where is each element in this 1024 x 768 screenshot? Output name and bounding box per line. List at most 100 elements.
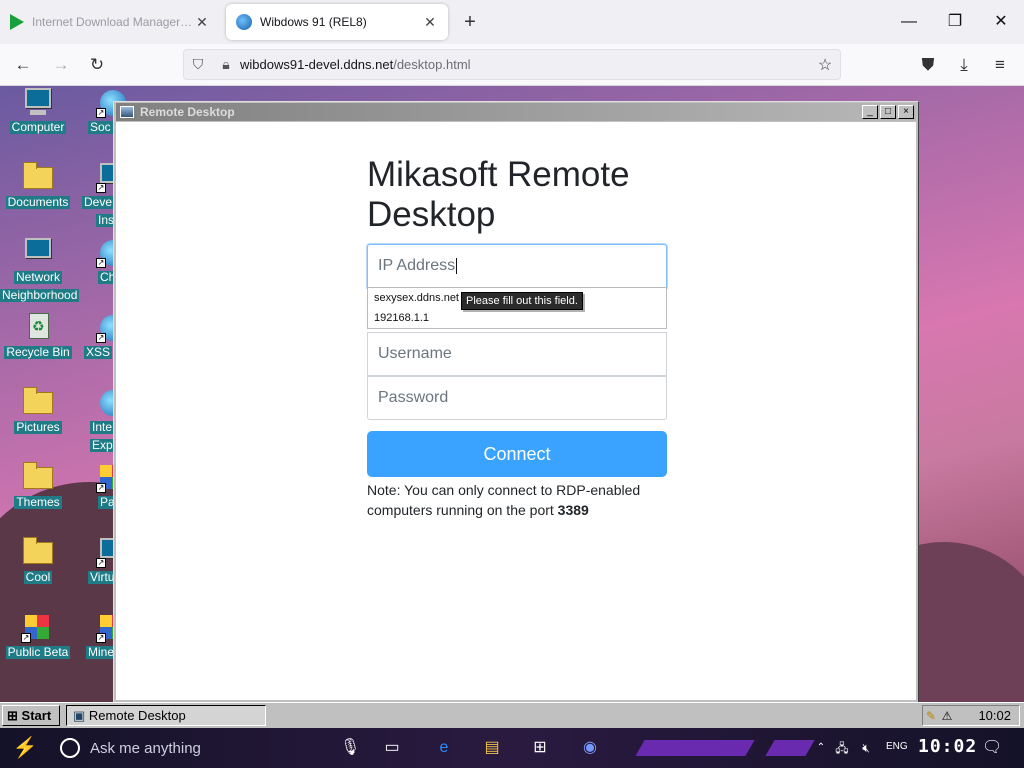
warning-icon[interactable]: ⚠ [939,709,955,723]
minimize-button[interactable]: _ [862,105,878,119]
file-explorer-icon[interactable]: ▤ [480,736,504,760]
window-titlebar[interactable]: Remote Desktop _ □ × [116,103,916,121]
connect-button[interactable]: Connect [367,431,667,477]
tab-label: Internet Download Manager: The f... [32,15,194,29]
ip-address-input[interactable]: IP Address [367,244,667,288]
store-icon[interactable]: ⊞ [528,736,552,760]
close-button[interactable]: × [898,105,914,119]
folder-icon [23,462,53,489]
download-icon[interactable]: ⤓ [951,53,977,77]
desktop-icon-label: Neighborhood [0,288,80,302]
remote-desktop-icon: ▣ [73,708,86,723]
minimize-button[interactable]: — [894,10,924,34]
shortcut-arrow-icon: ↗ [96,258,106,268]
firefox-icon[interactable]: ◉ [578,736,602,760]
tray-clock[interactable]: 10:02 [978,708,1019,723]
desktop-icon-public-beta[interactable]: ↗ Public Beta [0,611,76,661]
browser-nav-bar: ← → ↻ ⛉ 🔒︎ wibdows91-devel.ddns.net /des… [0,44,1024,86]
autocomplete-item[interactable]: 192168.1.1 [368,308,666,328]
shortcut-arrow-icon: ↗ [21,633,31,643]
remote-desktop-window: Remote Desktop _ □ × Mikasoft Remote Des… [113,101,919,703]
desktop-icon-cool[interactable]: Cool [0,536,76,586]
url-bar[interactable]: ⛉ 🔒︎ wibdows91-devel.ddns.net /desktop.h… [183,49,841,80]
desktop-icon-label: Inte [90,420,115,434]
desktop-icon-label: Public Beta [5,645,71,659]
maximize-button[interactable]: ❐ [940,10,970,34]
url-path: /desktop.html [393,57,471,72]
shortcut-arrow-icon: ↗ [96,558,106,568]
taskbar-item-remote-desktop[interactable]: ▣ Remote Desktop [66,705,266,726]
shortcut-arrow-icon: ↗ [96,183,106,193]
tab-idm[interactable]: Internet Download Manager: The f... ✕ [0,4,220,40]
start-button[interactable]: ⊞ Start [2,705,60,726]
page-title: Mikasoft Remote Desktop [367,155,630,234]
lock-icon[interactable]: 🔒︎ [212,56,240,73]
input-placeholder: IP Address [378,257,456,274]
port-note: Note: You can only connect to RDP-enable… [367,480,667,520]
host-clock[interactable]: 10:02 [918,736,977,757]
host-taskbar: ⚡ Ask me anything 🎙︎ ▭ e ▤ ⊞ ◉ ⌃ 🖧 🔇︎ EN… [0,728,1024,768]
desktop-icon-label: Soc [88,120,113,134]
close-icon[interactable]: ✕ [194,14,210,31]
notification-icon[interactable]: 🗨︎ [982,736,1002,760]
window-title: Remote Desktop [140,105,235,119]
browser-tab-bar: Internet Download Manager: The f... ✕ Wi… [0,0,1024,44]
search-box[interactable]: Ask me anything [54,732,334,764]
note-text: Note: You can only connect to RDP-enable… [367,482,641,518]
search-placeholder: Ask me anything [90,739,201,757]
chevron-up-icon[interactable]: ⌃ [814,736,828,760]
desktop-icon-computer[interactable]: Computer [0,86,76,136]
close-icon[interactable]: ✕ [422,14,438,31]
network-icon [25,238,51,258]
maximize-button[interactable]: □ [880,105,896,119]
desktop-icon-recycle-bin[interactable]: Recycle Bin [0,311,76,361]
desktop-icon-label: Computer [9,120,67,134]
desktop-icon-label: Themes [14,495,62,509]
wrench-icon[interactable]: ✎ [923,709,939,723]
desktop-icon-documents[interactable]: Documents [0,161,76,211]
shield-icon[interactable]: ⛉ [184,56,212,73]
start-icon[interactable]: ⚡ [10,736,40,760]
system-tray: ✎ ⚠ 10:02 [922,705,1020,726]
desktop-icon-themes[interactable]: Themes [0,461,76,511]
bookmark-star-icon[interactable]: ☆ [810,55,840,75]
recycle-bin-icon [29,313,49,339]
port-number: 3389 [557,502,589,518]
network-icon[interactable]: 🖧 [834,736,850,760]
pocket-icon[interactable]: ⛊ [915,53,941,77]
new-tab-button[interactable]: + [458,10,482,34]
folder-icon [23,537,53,564]
reload-button[interactable]: ↻ [84,53,110,77]
microphone-icon[interactable]: 🎙︎ [340,736,360,760]
desktop-icon-pictures[interactable]: Pictures [0,386,76,436]
username-input[interactable]: Username [367,332,667,376]
desktop-icon-label: Recycle Bin [4,345,72,359]
idm-icon [10,14,24,30]
win9x-taskbar: ⊞ Start ▣ Remote Desktop ✎ ⚠ 10:02 [0,702,1024,728]
desktop-icon-label: Mine [86,645,117,659]
language-indicator[interactable]: ENG [886,741,908,752]
password-input[interactable]: Password [367,376,667,420]
menu-icon[interactable]: ≡ [987,53,1013,77]
window-content: Mikasoft Remote Desktop IP Address sexys… [116,122,916,700]
desktop-icon-label: Documents [5,195,71,209]
desktop-icon-network[interactable]: Network Neighborhood [0,236,80,304]
close-window-button[interactable]: ✕ [986,10,1016,34]
shortcut-arrow-icon: ↗ [96,633,106,643]
validation-tooltip: Please fill out this field. [461,292,583,310]
desktop-icon-label: XSS [84,345,113,359]
tab-wibdows[interactable]: Wibdows 91 (REL8) ✕ [226,4,448,40]
windows-logo-icon: ⊞ [7,708,18,723]
forward-button[interactable]: → [48,53,74,77]
edge-icon[interactable]: e [432,736,456,760]
taskbar-decoration [765,740,815,756]
tab-label: Wibdows 91 (REL8) [260,15,367,29]
computer-icon [25,88,51,108]
taskbar-decoration [635,740,755,756]
shortcut-arrow-icon: ↗ [96,108,106,118]
url-host: wibdows91-devel.ddns.net [240,57,394,72]
task-view-icon[interactable]: ▭ [380,736,404,760]
folder-icon [23,387,53,414]
back-button[interactable]: ← [10,53,36,77]
volume-muted-icon[interactable]: 🔇︎ [858,736,874,760]
